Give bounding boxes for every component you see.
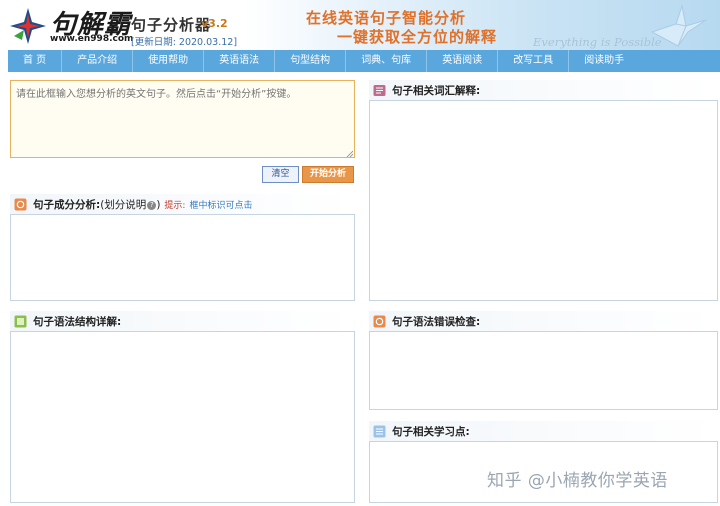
slogan-line-2: 一键获取全方位的解释	[337, 28, 498, 46]
nav-item-help[interactable]: 使用帮助	[133, 50, 205, 72]
nav-item-product-intro[interactable]: 产品介绍	[62, 50, 134, 72]
structure-panel-header: 句子语法结构详解:	[10, 311, 355, 331]
refresh-square-icon	[14, 198, 27, 210]
division-note-label: (划分说明	[100, 198, 147, 211]
hint-text: 框中标识可点击	[189, 200, 253, 211]
components-panel-title: 句子成分分析:	[33, 198, 101, 211]
document-green-icon	[14, 315, 27, 327]
app-version: v3.2	[201, 17, 228, 30]
vocabulary-panel-header: 句子相关词汇解释:	[369, 80, 718, 100]
vocabulary-panel-body	[369, 100, 718, 301]
nav-item-grammar[interactable]: 英语语法	[204, 50, 276, 72]
components-panel-body	[10, 214, 355, 301]
logo-star-icon	[10, 8, 46, 44]
update-date: [更新日期: 2020.03.12]	[131, 37, 238, 48]
nav-item-home[interactable]: 首 页	[8, 50, 63, 72]
errors-panel-header: 句子语法错误检查:	[369, 311, 718, 331]
check-orange-icon	[373, 315, 386, 327]
note-blue-icon	[373, 425, 386, 437]
main-nav: 首 页 产品介绍 使用帮助 英语语法 句型结构 词典、句库 英语阅读 改写工具 …	[8, 50, 720, 72]
logo-site-url[interactable]: www.en998.com	[50, 34, 133, 44]
book-icon	[373, 84, 386, 96]
app-name: 句子分析器	[131, 16, 212, 34]
paper-crane-icon	[650, 4, 707, 47]
division-note[interactable]: (划分说明?)	[100, 197, 160, 212]
resize-handle-icon[interactable]	[346, 150, 353, 157]
clear-button[interactable]: 清空	[262, 166, 299, 183]
vocabulary-panel-title: 句子相关词汇解释:	[392, 84, 481, 97]
nav-item-reading[interactable]: 英语阅读	[427, 50, 499, 72]
slogan-line-1: 在线英语句子智能分析	[306, 9, 467, 27]
division-note-close: )	[156, 198, 161, 211]
nav-item-reading-assistant[interactable]: 阅读助手	[569, 50, 639, 72]
site-header: 句解霸 www.en998.com 句子分析器 v3.2 [更新日期: 2020…	[0, 0, 720, 50]
errors-panel-body	[369, 331, 718, 410]
help-circle-icon[interactable]: ?	[147, 200, 157, 210]
components-panel-header: 句子成分分析: (划分说明?) 提示: 框中标识可点击	[10, 194, 355, 214]
nav-item-rewrite-tool[interactable]: 改写工具	[498, 50, 570, 72]
watermark-text: 知乎 @小楠教你学英语	[487, 471, 668, 491]
errors-panel-title: 句子语法错误检查:	[392, 315, 481, 328]
hint-label: 提示:	[164, 200, 186, 211]
nav-item-sentence-patterns[interactable]: 句型结构	[275, 50, 347, 72]
nav-item-dictionary[interactable]: 词典、句库	[346, 50, 428, 72]
structure-panel-body	[10, 331, 355, 503]
learning-panel-header: 句子相关学习点:	[369, 421, 718, 441]
sentence-input[interactable]	[10, 80, 355, 158]
structure-panel-title: 句子语法结构详解:	[33, 315, 122, 328]
start-analysis-button[interactable]: 开始分析	[302, 166, 354, 183]
tagline: Everything is Possible	[533, 35, 662, 49]
learning-panel-title: 句子相关学习点:	[392, 425, 470, 438]
